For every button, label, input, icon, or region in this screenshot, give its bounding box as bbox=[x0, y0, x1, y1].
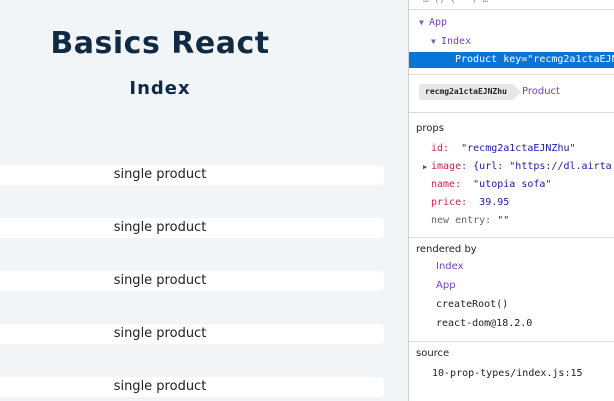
caret-right-icon[interactable]: ▶ bbox=[423, 158, 427, 176]
prop-row[interactable]: id: "recmg2a1ctaEJNZhu" bbox=[409, 140, 614, 158]
tree-node-product-selected[interactable]: Product key="recmg2a1ctaEJN bbox=[409, 52, 614, 68]
section-title: source bbox=[416, 348, 450, 359]
tree-node-label: Index bbox=[441, 36, 472, 47]
tree-node-label: App bbox=[429, 17, 448, 28]
product-card: single product bbox=[0, 165, 384, 185]
product-card: single product bbox=[0, 271, 384, 291]
prop-row-new-entry[interactable]: new entry: "" bbox=[409, 212, 614, 230]
source-section: source 10-prop-types/index.js:15 bbox=[409, 341, 614, 401]
section-title: props bbox=[416, 123, 444, 134]
prop-key[interactable]: new entry: bbox=[431, 215, 491, 226]
product-card: single product bbox=[0, 324, 384, 344]
page-subtitle: Index bbox=[129, 78, 191, 99]
react-devtools-panel: … () ( · ) … ▼ App ▼ Index Product key="re… bbox=[408, 0, 614, 401]
owner-create-root: createRoot() bbox=[436, 299, 509, 310]
owner-link-app[interactable]: App bbox=[436, 278, 456, 294]
prop-key: name: bbox=[431, 179, 462, 190]
tree-node-index[interactable]: ▼ Index bbox=[409, 34, 614, 50]
owner-link-index[interactable]: Index bbox=[436, 259, 464, 275]
devtools-toolbar: … () ( · ) … bbox=[409, 0, 614, 10]
caret-down-icon[interactable]: ▼ bbox=[419, 15, 429, 31]
prop-key: id: bbox=[431, 143, 450, 154]
source-file-link[interactable]: 10-prop-types/index.js:15 bbox=[432, 366, 583, 382]
tree-node-app[interactable]: ▼ App bbox=[409, 15, 614, 31]
owner-react-dom: react-dom@18.2.0 bbox=[436, 318, 533, 329]
prop-key: price: bbox=[431, 197, 468, 208]
toolbar-clipped-text: … () ( · ) … bbox=[423, 0, 489, 5]
rendered-by-section: rendered by Index App createRoot() react… bbox=[409, 237, 614, 337]
prop-row[interactable]: ▶ image: {url: "https://dl.airta bbox=[409, 158, 614, 176]
prop-key: image: bbox=[431, 161, 468, 172]
product-card: single product bbox=[0, 218, 384, 238]
prop-row[interactable]: name: "utopia sofa" bbox=[409, 176, 614, 194]
selected-component-name: Product bbox=[522, 86, 560, 97]
divider bbox=[409, 74, 614, 75]
app-viewport: Basics React Index single product single… bbox=[0, 0, 408, 401]
selected-component-header: recmg2a1ctaEJNZhu Product bbox=[409, 78, 614, 106]
tree-node-label: Product bbox=[455, 54, 498, 65]
tree-node-key-attr: key= bbox=[503, 54, 528, 65]
prop-value[interactable]: {url: "https://dl.airta bbox=[473, 161, 611, 172]
props-section: props id: "recmg2a1ctaEJNZhu" ▶ image: {… bbox=[409, 112, 614, 238]
prop-value[interactable]: "utopia sofa" bbox=[473, 179, 551, 190]
prop-row[interactable]: price: 39.95 bbox=[409, 194, 614, 212]
prop-value[interactable]: 39.95 bbox=[479, 197, 509, 208]
prop-value[interactable]: "" bbox=[497, 215, 509, 226]
key-badge: recmg2a1ctaEJNZhu bbox=[419, 84, 521, 100]
page-title: Basics React bbox=[50, 26, 270, 61]
caret-down-icon[interactable]: ▼ bbox=[431, 34, 441, 50]
prop-value[interactable]: "recmg2a1ctaEJNZhu" bbox=[461, 143, 575, 154]
product-card: single product bbox=[0, 377, 384, 397]
tree-node-key-value: "recmg2a1ctaEJN bbox=[527, 54, 614, 65]
section-title: rendered by bbox=[416, 244, 477, 255]
